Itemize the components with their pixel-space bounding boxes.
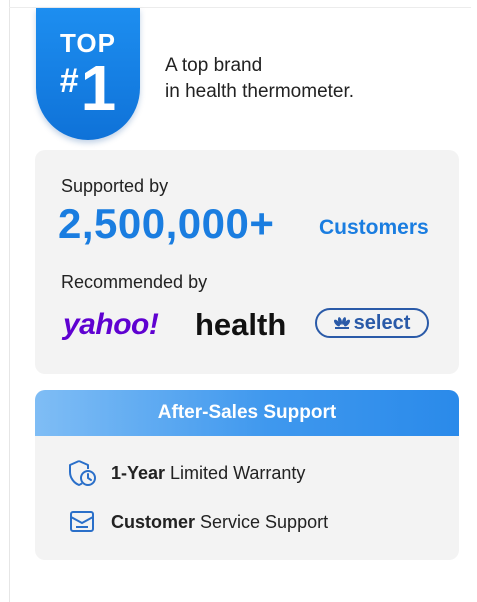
yahoo-logo: yahoo! [63, 308, 159, 341]
frame-border-left [9, 0, 10, 602]
after-sales-header: After-Sales Support [35, 390, 459, 436]
warranty-row: 1-Year Limited Warranty [67, 458, 305, 488]
badge-hash: # [59, 62, 79, 100]
health-logo: health [195, 307, 287, 342]
customers-label: Customers [319, 216, 429, 239]
recommended-by-label: Recommended by [61, 272, 208, 292]
customer-count: 2,500,000+ [58, 200, 275, 247]
shield-clock-icon [69, 460, 96, 486]
brand-statement-line1: A top brand [165, 55, 263, 76]
customer-support-card: Supported by 2,500,000+ Customers Recomm… [35, 150, 459, 374]
nbc-peacock-icon [333, 317, 350, 329]
brand-statement-line2: in health thermometer. [165, 81, 355, 102]
badge-rank: 1 [80, 52, 117, 124]
brand-statement: A top brand in health thermometer. [165, 53, 354, 105]
top-1-badge: TOP #1 [36, 8, 140, 140]
service-rest: Service Support [195, 511, 329, 532]
customer-service-row: Customer Service Support [67, 507, 328, 537]
warranty-text: 1-Year Limited Warranty [111, 463, 305, 484]
badge-number: #1 [36, 56, 140, 120]
service-text: Customer Service Support [111, 512, 328, 533]
warranty-strong: 1-Year [111, 462, 166, 483]
after-sales-card: After-Sales Support 1-Year Limited Warra… [35, 390, 459, 560]
support-document-icon [70, 511, 94, 532]
warranty-rest: Limited Warranty [165, 462, 306, 483]
select-logo: select [315, 308, 429, 338]
supported-by-label: Supported by [61, 176, 169, 196]
select-logo-text: select [353, 311, 411, 334]
service-strong: Customer [111, 511, 196, 532]
